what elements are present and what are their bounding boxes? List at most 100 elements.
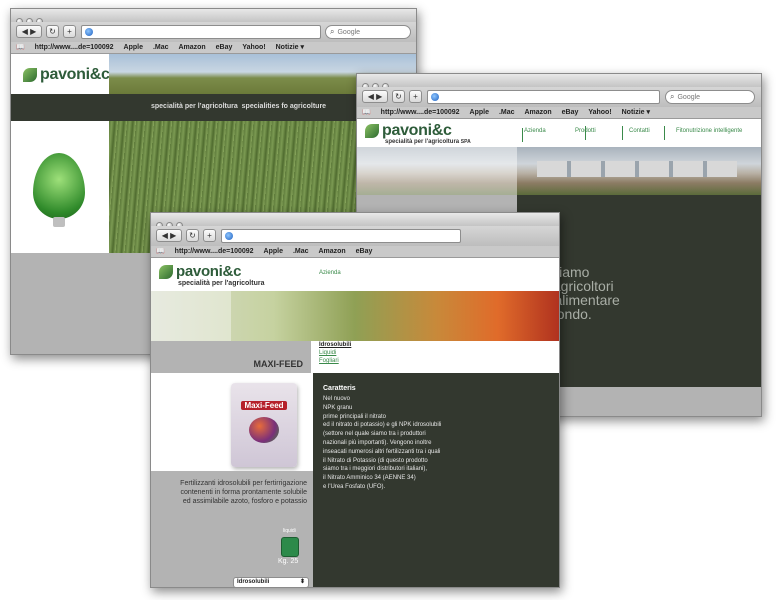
- brand-name: pavoni&c: [40, 66, 110, 83]
- submenu-item-fogliari[interactable]: Fogliari: [319, 357, 351, 365]
- fruit-icon: [249, 417, 279, 443]
- leaf-logo-icon: [365, 123, 379, 138]
- bookmark-url[interactable]: http://www....de=100092: [35, 42, 114, 53]
- toolbar: ◀ ▶ ↻ + ⌕ Google: [357, 87, 761, 107]
- reload-button[interactable]: ↻: [392, 90, 405, 103]
- product-description: Fertilizzanti idrosolubili per fertirrig…: [180, 480, 307, 505]
- header-warehouse-image: [357, 147, 761, 195]
- nav-label-contatti[interactable]: Contatti: [629, 128, 650, 134]
- add-bookmark-button[interactable]: +: [203, 229, 216, 242]
- product-title: MAXI-FEED: [253, 359, 304, 369]
- chevron-down-icon: ⬍: [299, 579, 305, 585]
- bookmark-amazon[interactable]: Amazon: [178, 42, 205, 53]
- nav-item-azienda[interactable]: Azienda: [319, 270, 341, 276]
- product-select[interactable]: Idrosolubili ⬍: [233, 577, 309, 587]
- bookmark-mac[interactable]: .Mac: [153, 42, 169, 53]
- nav-label-azienda[interactable]: Azienda: [524, 128, 546, 134]
- pack-caption: liquidi: [283, 528, 296, 534]
- leaf-logo-icon: [23, 67, 37, 82]
- search-icon: ⌕: [670, 92, 675, 101]
- panel-text: Nel nuovo NPK granu prime principali il …: [323, 395, 523, 492]
- bulb-base-icon: [53, 217, 65, 227]
- bookmark-yahoo[interactable]: Yahoo!: [242, 42, 265, 53]
- bookmark-amazon[interactable]: Amazon: [524, 107, 551, 118]
- bookmark-ebay[interactable]: eBay: [562, 107, 579, 118]
- title-bar[interactable]: [11, 9, 416, 25]
- leaf-icon: [33, 153, 85, 219]
- bookmark-apple[interactable]: Apple: [124, 42, 143, 53]
- globe-icon: [85, 28, 93, 36]
- reload-button[interactable]: ↻: [186, 229, 199, 242]
- back-forward-button[interactable]: ◀ ▶: [16, 25, 42, 38]
- photo-left-fade: [357, 147, 517, 195]
- bookmark-ebay[interactable]: eBay: [216, 42, 233, 53]
- bookmark-amazon[interactable]: Amazon: [318, 246, 345, 257]
- bookmark-notizie[interactable]: Notizie ▾: [622, 107, 650, 118]
- title-bar[interactable]: [357, 74, 761, 90]
- submenu: Idrosolubili Liquidi Fogliari: [319, 341, 351, 365]
- toolbar: ◀ ▶ ↻ +: [151, 226, 559, 246]
- submenu-item-idrosolubili[interactable]: Idrosolubili: [319, 341, 351, 349]
- select-value: Idrosolubili: [237, 579, 270, 585]
- logo[interactable]: pavoni&c: [365, 122, 452, 140]
- panel-heading: Caratteris: [323, 385, 356, 392]
- logo[interactable]: pavoni&c: [23, 66, 110, 84]
- brand-name: pavoni&c: [382, 122, 452, 139]
- vegetables-image: [151, 291, 559, 341]
- bookmark-apple[interactable]: Apple: [264, 246, 283, 257]
- back-forward-button[interactable]: ◀ ▶: [362, 90, 388, 103]
- nav-divider: [622, 126, 623, 140]
- search-icon: ⌕: [330, 27, 335, 36]
- nav-label-prodotti[interactable]: Prodotti: [575, 128, 596, 134]
- nav-divider: [664, 126, 665, 140]
- panel-line: nazionali più importanti). Vengono inolt…: [323, 439, 432, 446]
- bookmark-url[interactable]: http://www....de=100092: [381, 107, 460, 118]
- tagline: specialità per l'agricoltura SPA: [385, 139, 471, 145]
- title-bar[interactable]: [151, 213, 559, 229]
- pack-label: Kg. 25: [278, 558, 299, 565]
- buildings: [537, 161, 737, 177]
- panel-line: il Nitrato di Potassio (di questo prodot…: [323, 457, 428, 464]
- brand-name: pavoni&c: [176, 263, 242, 280]
- bookmark-mac[interactable]: .Mac: [293, 246, 309, 257]
- search-placeholder: Google: [677, 94, 701, 101]
- bookmark-apple[interactable]: Apple: [470, 107, 489, 118]
- book-icon[interactable]: 📖: [16, 42, 25, 53]
- panel-line: siamo tra i meggiori distributori italia…: [323, 466, 428, 473]
- tagline-text: specialità per l'agricoltura: [385, 139, 460, 145]
- leaf-bulb-image: [11, 121, 109, 253]
- book-icon[interactable]: 📖: [156, 246, 165, 257]
- reload-button[interactable]: ↻: [46, 25, 59, 38]
- nav-label-fitonutrizione[interactable]: Fitonutrizione intelligente: [676, 128, 742, 134]
- bookmark-ebay[interactable]: eBay: [356, 246, 373, 257]
- panel-line: il Nitrato Amminico 34 (AENNE 34): [323, 475, 416, 482]
- globe-icon: [431, 93, 439, 101]
- bookmark-mac[interactable]: .Mac: [499, 107, 515, 118]
- logo[interactable]: pavoni&c: [159, 263, 241, 280]
- leaf-logo-icon: [159, 265, 173, 280]
- browser-window-front: ◀ ▶ ↻ + 📖 http://www....de=100092 Apple …: [150, 212, 560, 588]
- submenu-item-liquidi[interactable]: Liquidi: [319, 349, 351, 357]
- canister-icon[interactable]: [281, 537, 299, 557]
- bookmark-notizie[interactable]: Notizie ▾: [276, 42, 304, 53]
- address-bar[interactable]: [221, 229, 461, 243]
- address-bar[interactable]: [81, 25, 321, 39]
- book-icon[interactable]: 📖: [362, 107, 371, 118]
- bookmarks-bar: 📖 http://www....de=100092 Apple .Mac Ama…: [11, 42, 416, 54]
- toolbar: ◀ ▶ ↻ + ⌕ Google: [11, 22, 416, 42]
- banner-text: specialità per l’agricoltura specialitie…: [151, 103, 327, 110]
- bookmark-yahoo[interactable]: Yahoo!: [588, 107, 611, 118]
- search-placeholder: Google: [337, 29, 361, 36]
- bookmarks-bar: 📖 http://www....de=100092 Apple .Mac Ama…: [151, 246, 559, 258]
- photo-left-fade: [151, 291, 231, 341]
- add-bookmark-button[interactable]: +: [409, 90, 422, 103]
- panel-line: NPK granu: [323, 404, 353, 411]
- bookmarks-bar: 📖 http://www....de=100092 Apple .Mac Ama…: [357, 107, 761, 119]
- search-field[interactable]: ⌕ Google: [665, 90, 755, 104]
- search-field[interactable]: ⌕ Google: [325, 25, 411, 39]
- header: pavoni&c specialità per l'agricoltura SP…: [357, 119, 761, 147]
- address-bar[interactable]: [427, 90, 660, 104]
- back-forward-button[interactable]: ◀ ▶: [156, 229, 182, 242]
- bookmark-url[interactable]: http://www....de=100092: [175, 246, 254, 257]
- add-bookmark-button[interactable]: +: [63, 25, 76, 38]
